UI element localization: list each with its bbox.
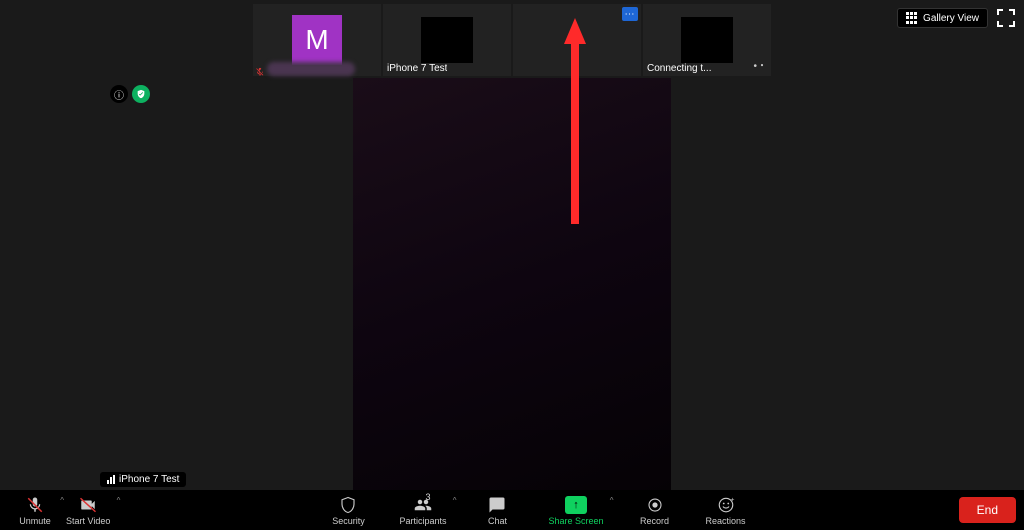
participants-thumbnail-strip: M iPhone 7 Test ⋯ Connecting t... •・ [253, 4, 771, 76]
talking-indicator: iPhone 7 Test [100, 472, 186, 487]
grid-icon [906, 12, 918, 24]
mic-muted-icon [255, 64, 265, 74]
reactions-label: Reactions [706, 516, 746, 526]
participant-more-menu-button[interactable]: ⋯ [622, 7, 638, 21]
security-label: Security [332, 516, 365, 526]
active-speaker-video [353, 78, 671, 492]
chat-label: Chat [488, 516, 507, 526]
participant-name-label: iPhone 7 Test [387, 63, 447, 74]
video-options-caret[interactable]: ^ [117, 496, 121, 505]
encryption-shield-icon[interactable] [132, 85, 150, 103]
unmute-button[interactable]: Unmute ^ [10, 490, 60, 530]
share-screen-button[interactable]: ↑ Share Screen ^ [542, 490, 609, 530]
participants-options-caret[interactable]: ^ [453, 496, 457, 505]
unmute-label: Unmute [19, 516, 51, 526]
participant-name-redacted [267, 62, 355, 76]
start-video-label: Start Video [66, 516, 110, 526]
record-button[interactable]: Record [630, 490, 680, 530]
talking-participant-label: iPhone 7 Test [119, 474, 179, 485]
smiley-icon: + [717, 495, 735, 515]
reactions-button[interactable]: + Reactions [700, 490, 752, 530]
participant-avatar: M [292, 15, 342, 65]
chat-button[interactable]: Chat [472, 490, 522, 530]
info-icon[interactable]: ⓘ [110, 85, 128, 103]
audio-level-icon [107, 475, 115, 484]
start-video-button[interactable]: Start Video ^ [60, 490, 116, 530]
participant-thumbnail[interactable]: ⋯ [513, 4, 641, 76]
end-meeting-button[interactable]: End [959, 497, 1016, 523]
gallery-view-label: Gallery View [923, 13, 979, 24]
participants-button[interactable]: 3 Participants ^ [393, 490, 452, 530]
connecting-indicator-icon: •・ [753, 57, 767, 72]
shield-icon [339, 495, 357, 515]
fullscreen-button[interactable] [994, 6, 1018, 30]
participant-name-label: Connecting t... [647, 63, 711, 74]
share-screen-icon: ↑ [565, 496, 587, 514]
share-options-caret[interactable]: ^ [610, 496, 614, 505]
participant-thumbnail[interactable]: M [253, 4, 381, 76]
gallery-view-button[interactable]: Gallery View [897, 8, 988, 28]
participants-label: Participants [399, 516, 446, 526]
mic-muted-icon [26, 495, 44, 515]
record-icon [646, 495, 664, 515]
participant-thumbnail[interactable]: Connecting t... •・ [643, 4, 771, 76]
participant-thumbnail[interactable]: iPhone 7 Test [383, 4, 511, 76]
meeting-toolbar: Unmute ^ Start Video ^ Security [0, 490, 1024, 530]
svg-text:+: + [730, 496, 734, 503]
security-button[interactable]: Security [323, 490, 373, 530]
camera-off-icon [79, 495, 97, 515]
participants-count: 3 [425, 492, 430, 502]
share-screen-label: Share Screen [548, 516, 603, 526]
record-label: Record [640, 516, 669, 526]
chat-icon [488, 495, 506, 515]
